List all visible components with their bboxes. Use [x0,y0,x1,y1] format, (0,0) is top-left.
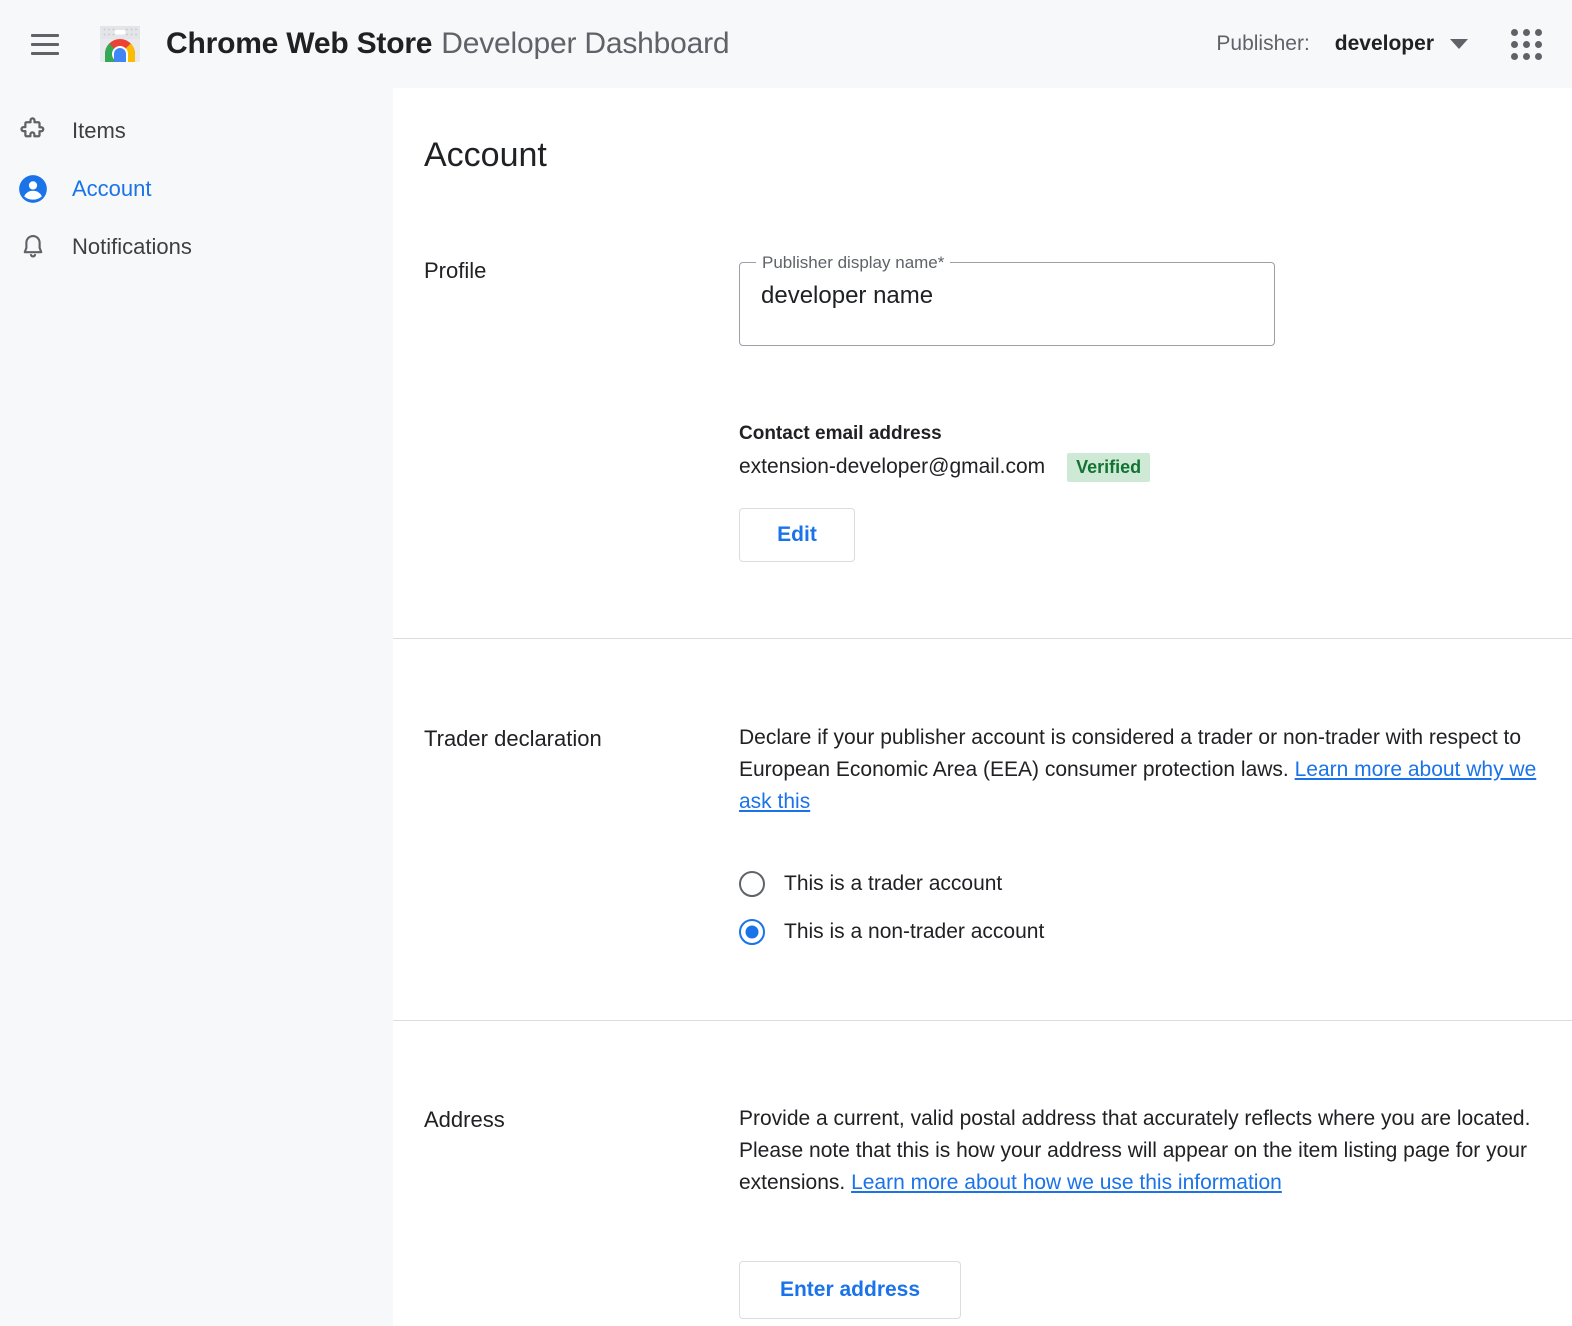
puzzle-piece-icon [16,114,50,148]
radio-option-trader[interactable]: This is a trader account [739,860,1572,908]
main-content: Account Profile Publisher display name* … [393,88,1572,1326]
grid-dot [1511,29,1518,36]
sidebar-item-account[interactable]: Account [0,160,393,218]
grid-dot [1523,53,1530,60]
bell-icon [16,230,50,264]
grid-dot [1535,53,1542,60]
trader-description: Declare if your publisher account is con… [739,722,1545,818]
sidebar-item-label: Account [72,176,152,202]
contact-email-value: extension-developer@gmail.com [739,455,1045,479]
sidebar-nav: Items Account Notifications [0,88,393,1326]
publisher-display-name-input[interactable] [761,282,1241,310]
header-actions: Publisher: developer [1216,24,1546,64]
publisher-display-name-label: Publisher display name* [756,254,950,271]
enter-address-button[interactable]: Enter address [739,1261,961,1319]
trader-radio-group: This is a trader account This is a non-t… [739,860,1572,956]
publisher-label: Publisher: [1216,32,1309,56]
contact-email-row: extension-developer@gmail.com Verified [739,453,1572,482]
radio-option-non-trader[interactable]: This is a non-trader account [739,908,1572,956]
brand-title: Chrome Web Store Developer Dashboard [166,27,729,61]
account-circle-icon [16,172,50,206]
profile-section-body: Publisher display name* Contact email ad… [739,254,1572,562]
status-badge: Verified [1067,453,1150,482]
grid-dot [1535,41,1542,48]
radio-button-selected-icon[interactable] [739,919,765,945]
sidebar-item-label: Notifications [72,234,192,260]
grid-dot [1523,41,1530,48]
trader-section-label: Trader declaration [424,722,739,956]
hamburger-bar [31,43,59,46]
grid-dot [1535,29,1542,36]
google-apps-grid-icon[interactable] [1506,24,1546,64]
hamburger-menu-icon[interactable] [22,21,68,67]
account-page: Chrome Web Store Developer Dashboard Pub… [0,0,1572,1326]
hamburger-bar [31,34,59,37]
trader-declaration-section: Trader declaration Declare if your publi… [393,639,1572,956]
grid-dot [1511,53,1518,60]
grid-dot [1523,29,1530,36]
page-title: Account [424,136,1572,175]
sidebar-item-label: Items [72,118,126,144]
grid-dot [1511,41,1518,48]
sidebar-item-notifications[interactable]: Notifications [0,218,393,276]
chevron-down-icon [1450,39,1468,49]
app-header: Chrome Web Store Developer Dashboard Pub… [0,0,1572,88]
publisher-display-name-field[interactable]: Publisher display name* [739,254,1275,346]
sidebar-item-items[interactable]: Items [0,102,393,160]
address-learn-more-link[interactable]: Learn more about how we use this informa… [851,1171,1282,1194]
radio-button-icon[interactable] [739,871,765,897]
profile-section: Profile Publisher display name* Contact … [393,175,1572,562]
edit-email-button[interactable]: Edit [739,508,855,562]
address-section-body: Provide a current, valid postal address … [739,1103,1572,1319]
publisher-selector[interactable]: developer [1335,32,1468,56]
publisher-value: developer [1335,32,1434,56]
brand-secondary: Developer Dashboard [441,27,729,61]
address-section: Address Provide a current, valid postal … [393,1021,1572,1319]
address-section-label: Address [424,1103,739,1319]
hamburger-bar [31,52,59,55]
radio-option-label: This is a non-trader account [784,920,1044,944]
address-description: Provide a current, valid postal address … [739,1103,1545,1199]
chrome-web-store-logo [96,20,144,68]
trader-section-body: Declare if your publisher account is con… [739,722,1572,956]
radio-option-label: This is a trader account [784,872,1002,896]
contact-email-heading: Contact email address [739,423,1572,445]
contact-email-group: Contact email address extension-develope… [739,423,1572,562]
address-actions: Enter address [739,1261,1572,1319]
brand-primary: Chrome Web Store [166,27,432,61]
profile-section-label: Profile [424,254,739,562]
